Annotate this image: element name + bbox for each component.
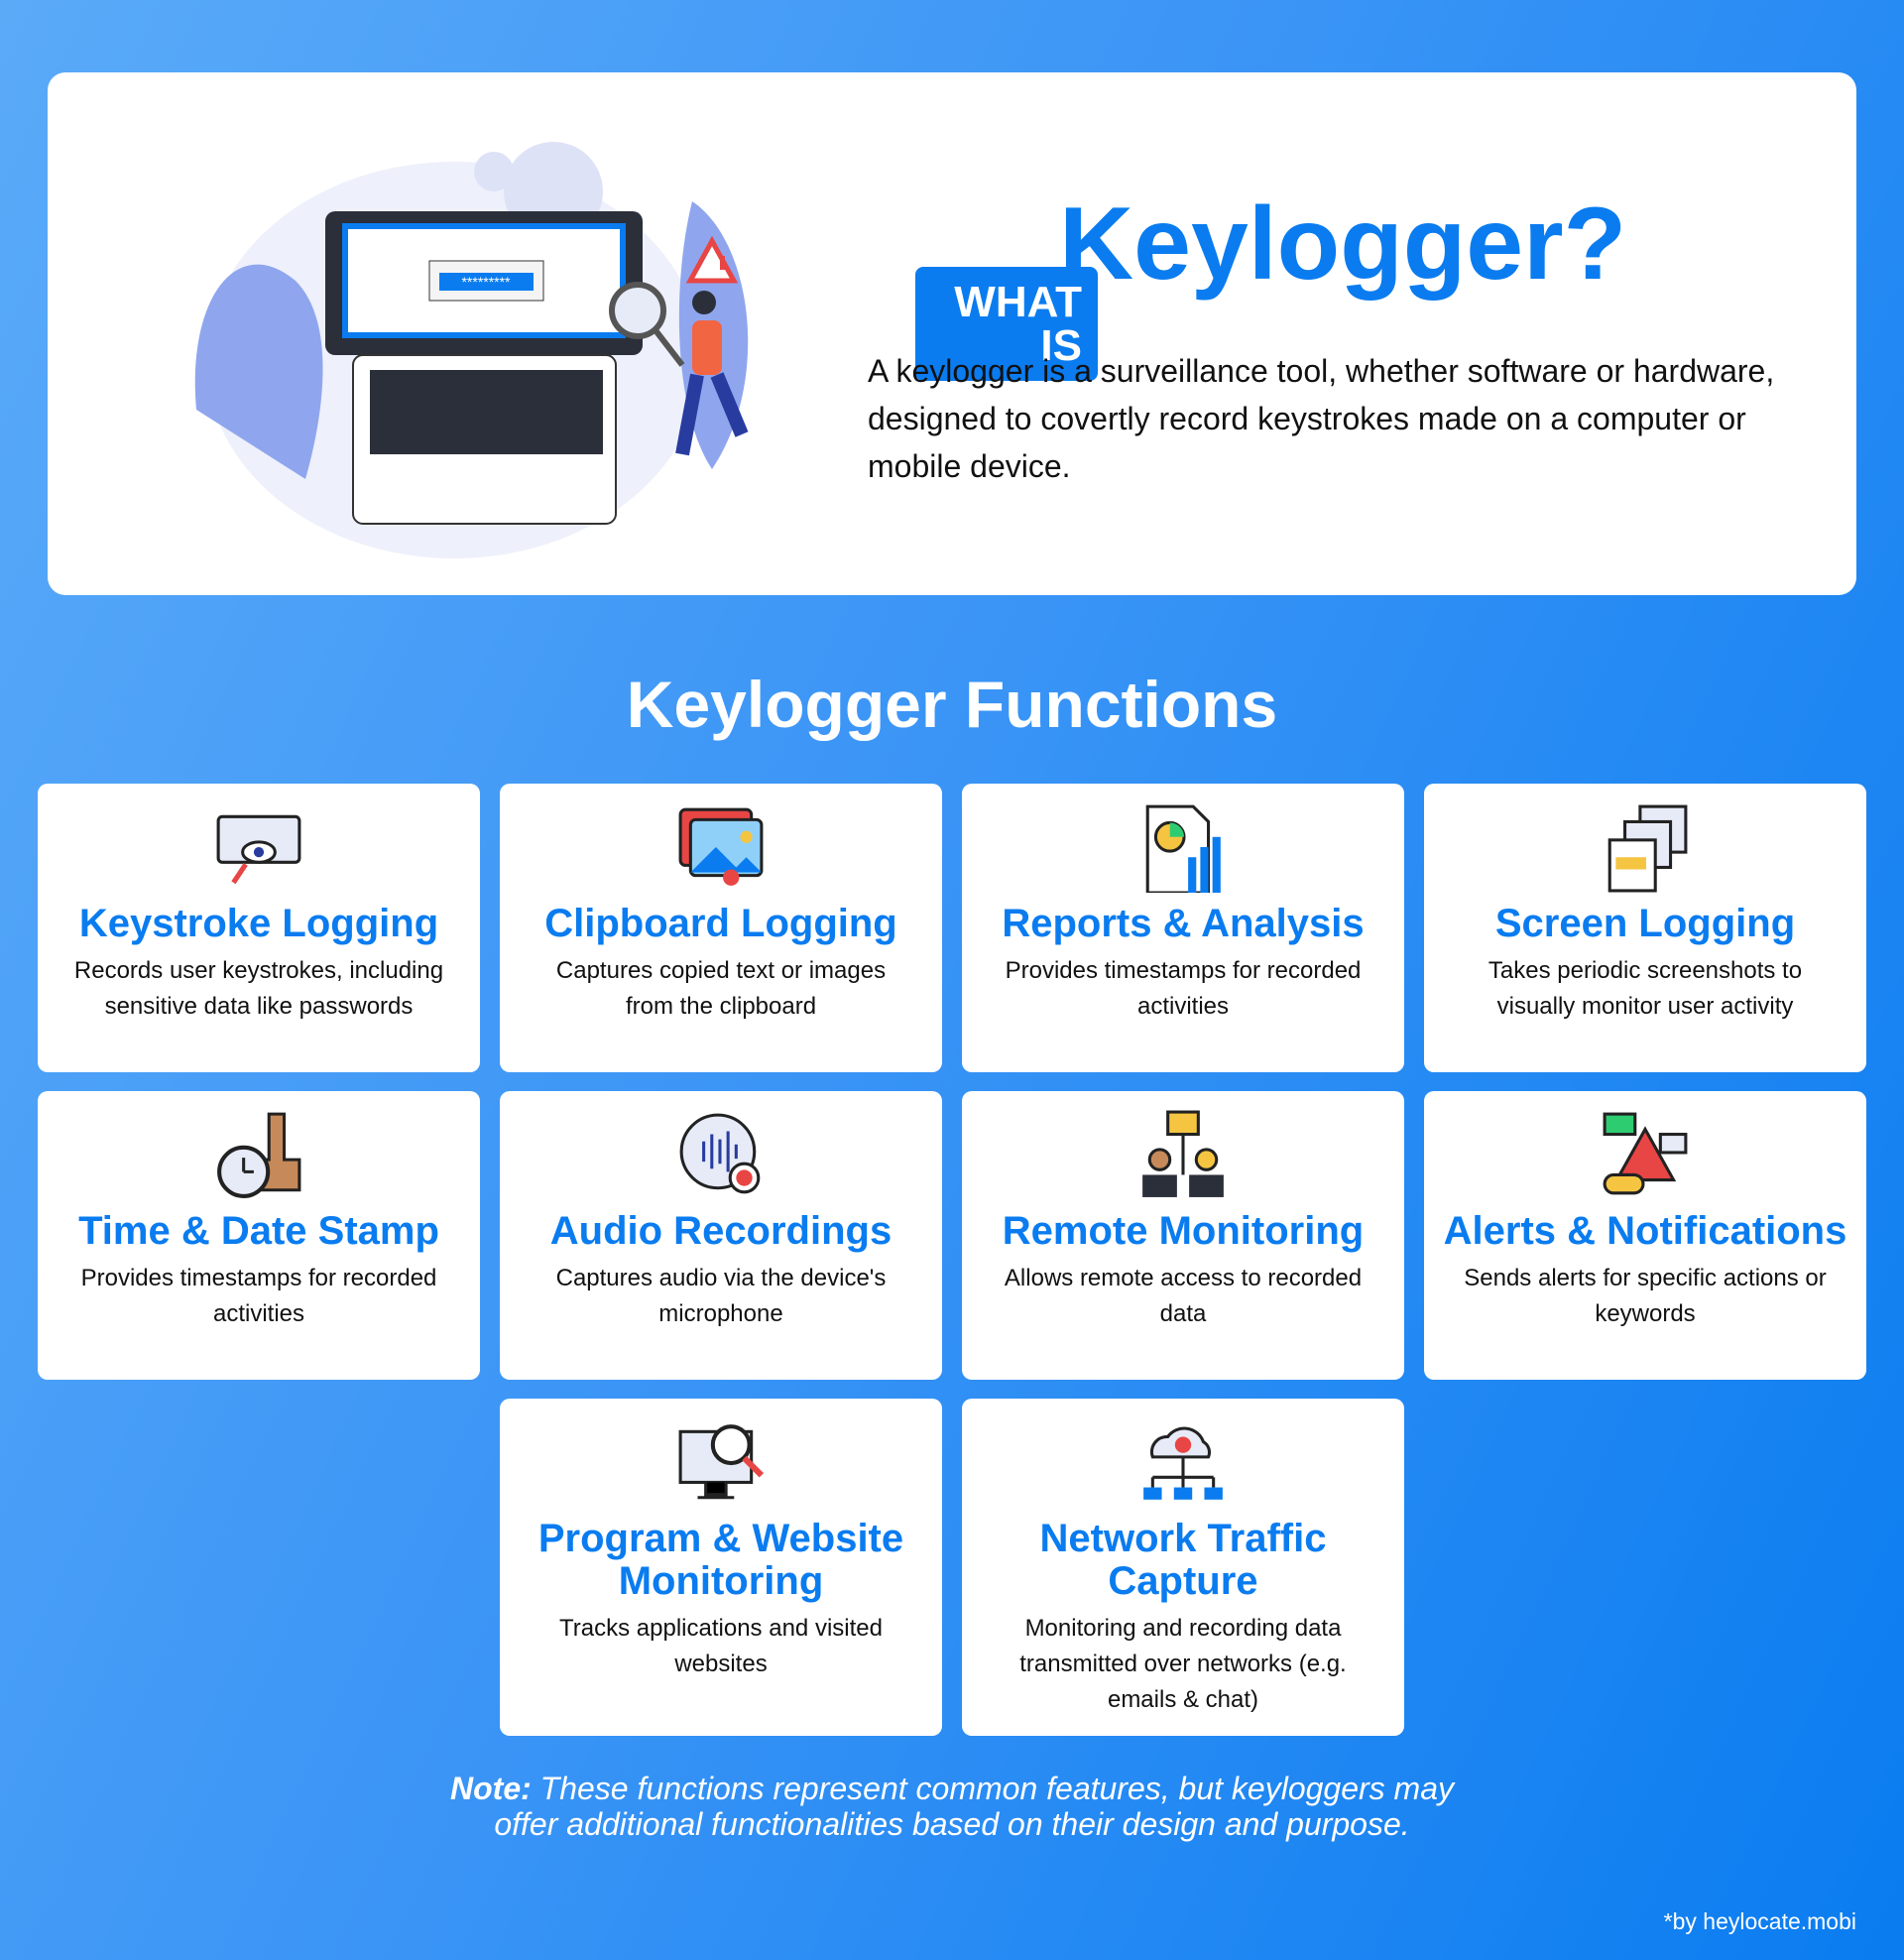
function-description: Monitoring and recording data transmitte… [1019,1615,1347,1713]
function-card-network-traffic-capture: Network Traffic Capture Monitoring and re… [962,1399,1404,1736]
function-description: Captures audio via the device's micropho… [555,1265,887,1327]
function-card-program-website-monitoring: Program & Website Monitoring Tracks appli… [500,1399,942,1736]
function-title: Alerts & Notifications [1443,1209,1847,1253]
function-card-clipboard-logging: Clipboard Logging Captures copied text or… [500,784,942,1072]
monitor-search-icon [678,1424,765,1500]
function-card-remote-monitoring: Remote Monitoring Allows remote access to… [962,1091,1404,1380]
intro-description: A keylogger is a surveillance tool, whet… [868,353,1775,484]
function-title: Clipboard Logging [544,902,897,945]
section-heading: Keylogger Functions [626,668,1278,741]
function-description: Records user keystrokes, including sensi… [73,957,444,1020]
laptop-illustration: ********* [194,142,749,558]
footnote: Note: These functions represent common f… [436,1771,1468,1842]
function-title: Audio Recordings [549,1209,892,1253]
intro-card: ********* WHAT IS [48,72,1856,595]
function-description: Provides timestamps for recorded activit… [80,1265,437,1327]
images-icon [678,807,764,886]
function-card-screen-logging: Screen Logging Takes periodic screenshots… [1424,784,1866,1072]
function-title: Keystroke Logging [78,902,439,945]
function-description: Allows remote access to recorded data [1004,1265,1363,1327]
function-title: Screen Logging [1494,902,1796,945]
function-description: Sends alerts for specific actions or key… [1464,1265,1827,1327]
note-label: Note: [450,1771,532,1806]
keyboard-eye-icon [216,814,301,885]
function-card-time-date-stamp: Time & Date Stamp Provides timestamps for… [38,1091,480,1380]
report-chart-icon [1145,804,1221,893]
credit: *by heylocate.mobi [1663,1908,1856,1934]
remote-users-icon [1142,1110,1224,1197]
function-card-reports-analysis: Reports & Analysis Provides timestamps fo… [962,784,1404,1072]
password-mask: ********* [461,274,511,290]
screens-icon [1607,804,1688,893]
audio-record-icon [679,1113,761,1194]
note-text: These functions represent common feature… [494,1771,1454,1842]
function-title: Reports & Analysis [1002,902,1365,945]
function-title: Remote Monitoring [1002,1209,1365,1253]
function-description: Takes periodic screenshots to visually m… [1488,957,1803,1020]
cloud-network-icon [1143,1426,1223,1500]
function-card-keystroke-logging: Keystroke Logging Records user keystrokes… [38,784,480,1072]
alert-icon [1603,1112,1688,1195]
function-card-alerts-notifications: Alerts & Notifications Sends alerts for s… [1424,1091,1866,1380]
clock-stamp-icon [217,1112,301,1198]
function-description: Captures copied text or images from the … [555,957,887,1020]
function-description: Provides timestamps for recorded activit… [1005,957,1362,1020]
function-description: Tracks applications and visited websites [559,1615,883,1677]
function-card-audio-recordings: Audio Recordings Captures audio via the d… [500,1091,942,1380]
function-title: Network Traffic Capture [1039,1517,1327,1603]
function-title: Time & Date Stamp [78,1209,439,1253]
function-title: Program & Website Monitoring [537,1517,904,1603]
page-title: Keylogger? [1059,186,1627,302]
